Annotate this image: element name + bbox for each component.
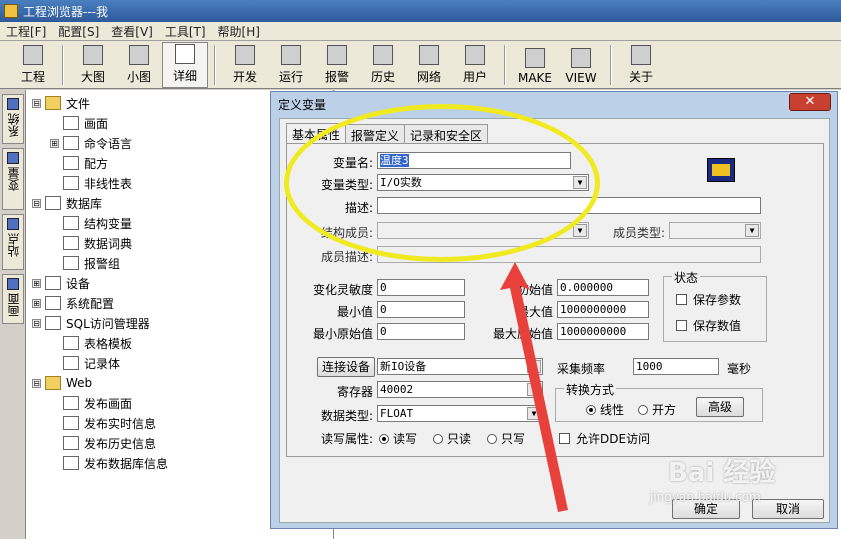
watermark-logo: Bai 经验 (668, 458, 776, 488)
watermark-url: jingyan.baidu.com (650, 490, 761, 504)
